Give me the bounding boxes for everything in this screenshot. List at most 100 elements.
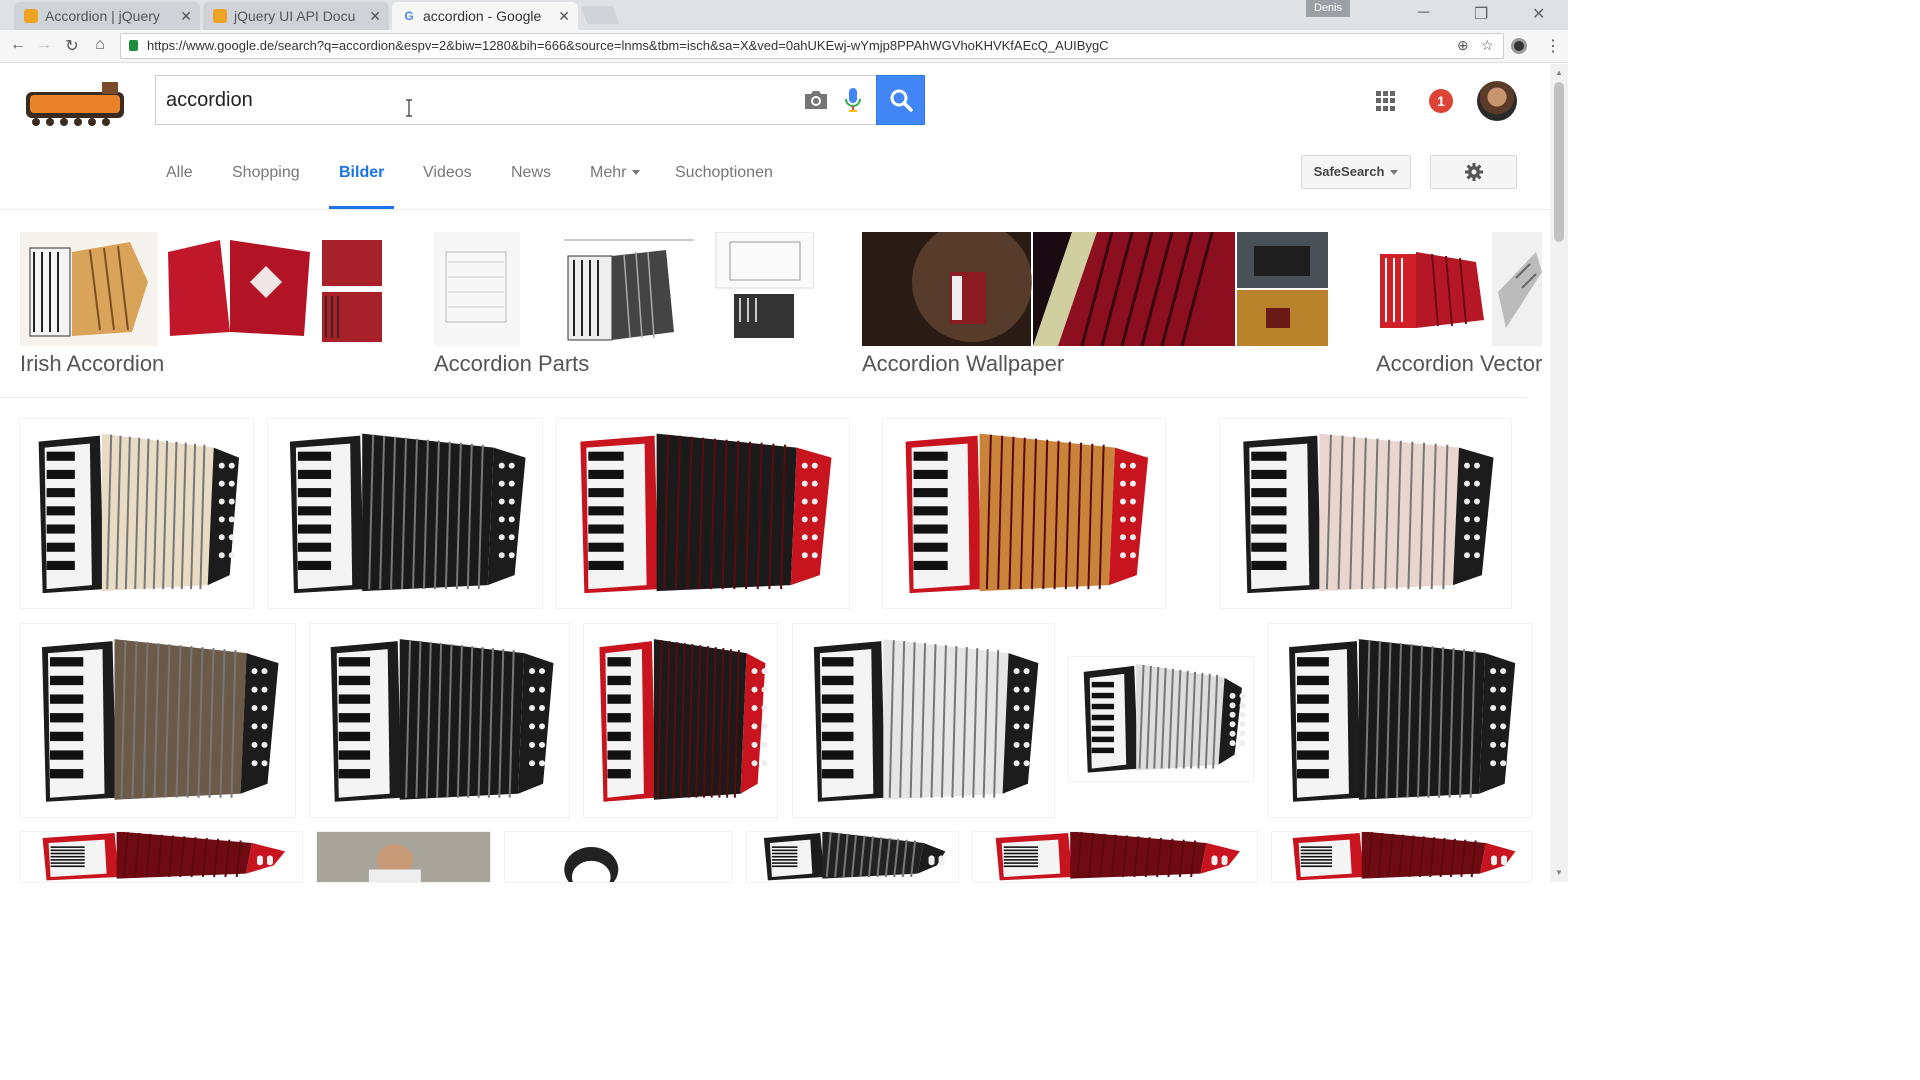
text-cursor-icon <box>406 99 412 117</box>
gear-icon <box>1465 163 1483 181</box>
star-icon[interactable]: ☆ <box>1481 37 1494 54</box>
tab-suchoptionen[interactable]: Suchoptionen <box>675 164 773 182</box>
chevron-down-icon <box>632 170 641 176</box>
accordion-image <box>1220 419 1511 608</box>
search-icon <box>890 89 913 112</box>
browser-tab-2[interactable]: jQuery UI API Docu ✕ <box>203 2 389 30</box>
close-tab-icon[interactable]: ✕ <box>180 8 192 25</box>
browser-tab-title: jQuery UI API Docu <box>234 8 356 24</box>
browser-menu-icon[interactable]: ⋮ <box>1545 36 1561 56</box>
close-tab-icon[interactable]: ✕ <box>369 8 381 25</box>
accordion-image <box>20 832 302 882</box>
related-thumbnails <box>862 232 1328 346</box>
google-favicon-icon: G <box>402 9 416 23</box>
accordion-image <box>557 419 849 608</box>
accordion-image <box>505 832 732 882</box>
search-button[interactable] <box>876 75 925 125</box>
image-result-thumbnail[interactable] <box>557 419 849 608</box>
close-tab-icon[interactable]: ✕ <box>558 8 570 25</box>
related-search-accordion-wallpaper[interactable]: Accordion Wallpaper <box>862 232 1328 382</box>
related-search-label: Accordion Vector <box>1376 351 1542 376</box>
avatar[interactable] <box>1477 81 1517 121</box>
reload-icon[interactable]: ↻ <box>62 36 82 56</box>
safesearch-button[interactable]: SafeSearch <box>1301 155 1411 189</box>
related-search-label: Accordion Wallpaper <box>862 351 1065 376</box>
minimize-icon[interactable]: ─ <box>1418 4 1429 22</box>
image-result-thumbnail[interactable] <box>268 419 542 608</box>
tab-mehr[interactable]: Mehr <box>590 164 641 182</box>
accordion-image <box>747 832 958 882</box>
safesearch-label: SafeSearch <box>1313 164 1385 179</box>
page-scrollbar[interactable]: ▲ ▼ <box>1550 64 1568 882</box>
close-window-icon[interactable]: ✕ <box>1532 4 1545 24</box>
image-result-thumbnail[interactable] <box>747 832 958 882</box>
accordion-image <box>1268 624 1531 817</box>
search-box <box>155 75 877 125</box>
browser-tab-3[interactable]: G accordion - Google ✕ <box>392 2 578 30</box>
tab-alle[interactable]: Alle <box>166 164 193 182</box>
search-input[interactable] <box>166 86 786 114</box>
image-result-thumbnail[interactable] <box>20 624 295 817</box>
image-result-thumbnail[interactable] <box>1272 832 1531 882</box>
image-result-thumbnail[interactable] <box>883 419 1165 608</box>
accordion-image <box>793 624 1054 817</box>
scroll-down-icon[interactable]: ▼ <box>1555 868 1563 877</box>
tab-mehr-label: Mehr <box>590 164 627 181</box>
divider <box>0 397 1527 398</box>
chevron-down-icon <box>1390 170 1399 176</box>
image-result-thumbnail[interactable] <box>310 624 569 817</box>
notification-badge[interactable]: 1 <box>1429 89 1453 113</box>
accordion-image <box>883 419 1165 608</box>
accordion-image <box>584 624 777 817</box>
profile-chip[interactable]: Denis <box>1306 0 1350 17</box>
settings-button[interactable] <box>1430 155 1517 189</box>
image-result-thumbnail[interactable] <box>584 624 777 817</box>
url-field[interactable]: https://www.google.de/search?q=accordion… <box>120 33 1504 59</box>
tab-shopping[interactable]: Shopping <box>232 164 300 182</box>
accordion-image <box>1272 832 1531 882</box>
image-result-thumbnail[interactable] <box>505 832 732 882</box>
accordion-image <box>310 624 569 817</box>
url-text: https://www.google.de/search?q=accordion… <box>147 38 1109 53</box>
restore-icon[interactable]: ❐ <box>1474 4 1488 24</box>
accordion-image <box>317 832 490 882</box>
accordion-image <box>20 624 295 817</box>
apps-grid-icon[interactable] <box>1376 91 1396 111</box>
new-tab-button[interactable] <box>580 6 620 24</box>
address-bar-row: ← → ↻ ⌂ https://www.google.de/search?q=a… <box>0 30 1568 63</box>
camera-icon[interactable] <box>802 88 830 112</box>
image-result-thumbnail[interactable] <box>1268 624 1531 817</box>
related-search-accordion-parts[interactable]: Accordion Parts <box>434 232 814 382</box>
related-search-accordion-vector[interactable]: Accordion Vector <box>1376 232 1542 382</box>
extension-icon[interactable] <box>1511 38 1527 54</box>
browser-tab-title: accordion - Google <box>423 8 542 24</box>
active-tab-indicator <box>329 206 394 209</box>
image-result-thumbnail[interactable] <box>1069 657 1253 781</box>
microphone-icon[interactable] <box>841 86 865 114</box>
accordion-image <box>20 419 253 608</box>
related-thumbnails <box>434 232 814 346</box>
accordion-image <box>973 832 1257 882</box>
image-result-thumbnail[interactable] <box>20 832 302 882</box>
tab-news[interactable]: News <box>511 164 551 182</box>
image-result-thumbnail[interactable] <box>20 419 253 608</box>
scroll-thumb[interactable] <box>1554 82 1564 242</box>
image-result-thumbnail[interactable] <box>317 832 490 882</box>
related-search-irish-accordion[interactable]: Irish Accordion <box>20 232 386 382</box>
image-result-thumbnail[interactable] <box>793 624 1054 817</box>
jquery-favicon-icon <box>213 9 227 23</box>
image-result-thumbnail[interactable] <box>1220 419 1511 608</box>
image-result-thumbnail[interactable] <box>973 832 1257 882</box>
back-icon[interactable]: ← <box>8 36 28 54</box>
home-icon[interactable]: ⌂ <box>90 36 110 54</box>
zoom-icon[interactable]: ⊕ <box>1457 37 1469 54</box>
tab-videos[interactable]: Videos <box>423 164 472 182</box>
google-doodle-logo[interactable] <box>22 80 128 130</box>
accordion-image <box>1069 657 1253 781</box>
forward-icon[interactable]: → <box>34 36 54 54</box>
scroll-up-icon[interactable]: ▲ <box>1555 68 1563 77</box>
related-thumbnails <box>1376 232 1542 346</box>
browser-tab-bar: Accordion | jQuery ✕ jQuery UI API Docu … <box>0 0 1568 30</box>
tab-bilder[interactable]: Bilder <box>339 164 384 182</box>
browser-tab-1[interactable]: Accordion | jQuery ✕ <box>14 2 200 30</box>
